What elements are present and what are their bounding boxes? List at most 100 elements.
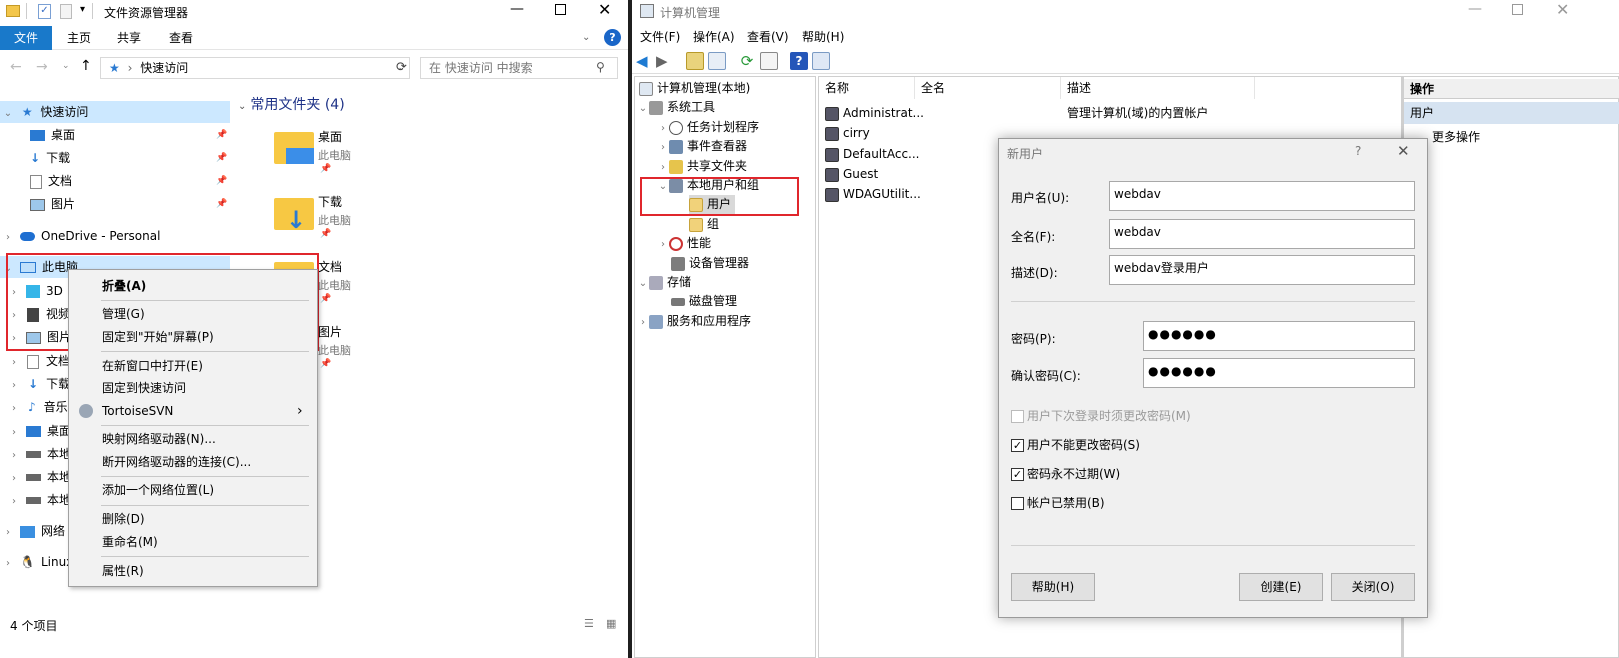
minimize-button[interactable]: — xyxy=(510,1,524,17)
help-icon[interactable]: ? xyxy=(790,52,808,70)
menu-item-add-network[interactable]: 添加一个网络位置(L) xyxy=(69,479,317,501)
minimize-button[interactable]: — xyxy=(1468,1,1482,17)
checkbox-box[interactable]: ✓ xyxy=(1011,439,1024,452)
tree-event-viewer[interactable]: › 事件查看器 xyxy=(657,137,747,156)
refresh-icon[interactable]: ⟳ xyxy=(396,60,407,75)
chevron-right-icon[interactable]: › xyxy=(657,138,669,157)
maximize-button[interactable] xyxy=(1512,4,1523,15)
menu-item-collapse[interactable]: 折叠(A) xyxy=(69,275,317,297)
checkbox-cannot-change[interactable]: ✓ 用户不能更改密码(S) xyxy=(1011,436,1140,453)
nav-quick-documents[interactable]: 文档 xyxy=(30,170,72,192)
address-bar[interactable]: ★ › 快速访问 ⌄ xyxy=(100,57,410,79)
tab-home[interactable]: 主页 xyxy=(55,26,103,50)
tab-view[interactable]: 查看 xyxy=(157,26,205,50)
chevron-down-icon[interactable]: ⌄ xyxy=(637,274,649,293)
tree-performance[interactable]: › 性能 xyxy=(657,234,711,253)
confirm-password-input[interactable]: ●●●●●● xyxy=(1143,358,1415,388)
tile-name[interactable]: 下载 xyxy=(318,193,342,210)
tile-name[interactable]: 文档 xyxy=(318,258,342,275)
menu-help[interactable]: 帮助(H) xyxy=(802,26,844,48)
properties-icon[interactable]: ✓ xyxy=(38,4,51,19)
section-header[interactable]: ⌄ 常用文件夹 (4) xyxy=(238,94,345,114)
ribbon-expand-icon[interactable]: ⌄ xyxy=(582,32,590,43)
search-input[interactable]: 在 快速访问 中搜索 xyxy=(420,57,618,79)
user-row[interactable]: cirry xyxy=(825,123,870,143)
export-icon[interactable] xyxy=(760,52,778,70)
checkbox-must-change[interactable]: 用户下次登录时须更改密码(M) xyxy=(1011,407,1191,424)
column-header-name[interactable]: 名称 xyxy=(819,77,915,99)
description-input[interactable]: webdav登录用户 xyxy=(1109,255,1415,285)
up-folder-icon[interactable] xyxy=(686,52,704,70)
user-row[interactable]: Guest xyxy=(825,164,878,184)
help-icon[interactable]: ? xyxy=(604,29,621,46)
actions-more[interactable]: 更多操作 xyxy=(1432,127,1480,147)
chevron-right-icon[interactable]: › xyxy=(8,422,20,444)
nav-network[interactable]: › 网络 xyxy=(0,520,65,542)
chevron-right-icon[interactable]: › xyxy=(637,313,649,332)
nav-quick-downloads[interactable]: ↓ 下载 xyxy=(30,147,70,169)
search-icon[interactable]: ⚲ xyxy=(596,60,605,74)
fullname-input[interactable]: webdav xyxy=(1109,219,1415,249)
menu-item-tortoisesvn[interactable]: TortoiseSVN › xyxy=(69,400,317,422)
chevron-right-icon[interactable]: › xyxy=(2,227,14,249)
tree-system-tools[interactable]: ⌄ 系统工具 xyxy=(637,98,715,117)
tile-name[interactable]: 图片 xyxy=(318,323,342,340)
nav-pc-local-disk[interactable]: › 本地 xyxy=(8,489,71,511)
forward-icon[interactable]: ▶ xyxy=(656,52,674,70)
password-input[interactable]: ●●●●●● xyxy=(1143,321,1415,351)
show-tree-icon[interactable] xyxy=(708,52,726,70)
close-dialog-button[interactable]: 关闭(O) xyxy=(1331,573,1415,601)
chevron-down-icon[interactable]: ⌄ xyxy=(2,103,14,125)
tree-groups[interactable]: 组 xyxy=(689,215,719,234)
chevron-right-icon[interactable]: › xyxy=(657,158,669,177)
column-header-description[interactable]: 描述 xyxy=(1061,77,1255,99)
checkbox-never-expire[interactable]: ✓ 密码永不过期(W) xyxy=(1011,465,1120,482)
nav-quick-desktop[interactable]: 桌面 xyxy=(30,124,75,146)
chevron-down-icon[interactable]: ⌄ xyxy=(637,99,649,118)
maximize-button[interactable] xyxy=(555,4,566,15)
details-view-icon[interactable]: ☰ xyxy=(584,617,594,630)
up-icon[interactable]: ↑ xyxy=(80,58,92,74)
tree-disk-management[interactable]: 磁盘管理 xyxy=(671,292,737,311)
nav-pc-local-disk[interactable]: › 本地 xyxy=(8,443,71,465)
close-button[interactable]: ✕ xyxy=(598,0,611,19)
column-header-fullname[interactable]: 全名 xyxy=(915,77,1061,99)
menu-item-delete[interactable]: 删除(D) xyxy=(69,508,317,530)
nav-quick-access[interactable]: ⌄ ★ 快速访问 xyxy=(0,101,230,123)
menu-file[interactable]: 文件(F) xyxy=(640,26,680,48)
user-row[interactable]: WDAGUtilit... xyxy=(825,184,921,204)
menu-item-manage[interactable]: 管理(G) xyxy=(69,303,317,325)
tree-device-manager[interactable]: 设备管理器 xyxy=(671,254,749,273)
tree-task-scheduler[interactable]: › 任务计划程序 xyxy=(657,118,759,137)
menu-item-map-drive[interactable]: 映射网络驱动器(N)... xyxy=(69,428,317,450)
menu-item-open-new-window[interactable]: 在新窗口中打开(E) xyxy=(69,355,317,377)
checkbox-box[interactable]: ✓ xyxy=(1011,468,1024,481)
menu-item-rename[interactable]: 重命名(M) xyxy=(69,531,317,553)
tiles-view-icon[interactable]: ▦ xyxy=(606,617,616,630)
chevron-right-icon[interactable]: › xyxy=(8,491,20,513)
username-input[interactable]: webdav xyxy=(1109,181,1415,211)
dialog-close-icon[interactable]: ✕ xyxy=(1397,142,1410,160)
checkbox-box[interactable] xyxy=(1011,497,1024,510)
nav-linux[interactable]: › 🐧 Linux xyxy=(0,551,73,573)
recent-dropdown-icon[interactable]: ⌄ xyxy=(62,61,70,71)
chevron-right-icon[interactable]: › xyxy=(8,398,20,420)
menu-action[interactable]: 操作(A) xyxy=(693,26,735,48)
menu-item-properties[interactable]: 属性(R) xyxy=(69,560,317,582)
nav-pc-desktop[interactable]: › 桌面 xyxy=(8,420,71,442)
chevron-right-icon[interactable]: › xyxy=(8,375,20,397)
nav-pc-music[interactable]: › ♪ 音乐 xyxy=(8,396,68,418)
help-button[interactable]: 帮助(H) xyxy=(1011,573,1095,601)
chevron-right-icon[interactable]: › xyxy=(8,352,20,374)
nav-pc-local-disk[interactable]: › 本地 xyxy=(8,466,71,488)
checkbox-box[interactable] xyxy=(1011,410,1024,423)
refresh-icon[interactable]: ⟳ xyxy=(738,52,756,70)
chevron-right-icon[interactable]: › xyxy=(2,553,14,575)
forward-icon[interactable]: → xyxy=(36,59,48,75)
checkbox-disabled[interactable]: 帐户已禁用(B) xyxy=(1011,494,1105,511)
actions-section-users[interactable]: 用户 xyxy=(1404,102,1619,124)
tree-root[interactable]: 计算机管理(本地) xyxy=(639,79,750,98)
new-folder-icon[interactable] xyxy=(60,4,72,19)
chevron-right-icon[interactable]: › xyxy=(8,445,20,467)
show-action-pane-icon[interactable] xyxy=(812,52,830,70)
